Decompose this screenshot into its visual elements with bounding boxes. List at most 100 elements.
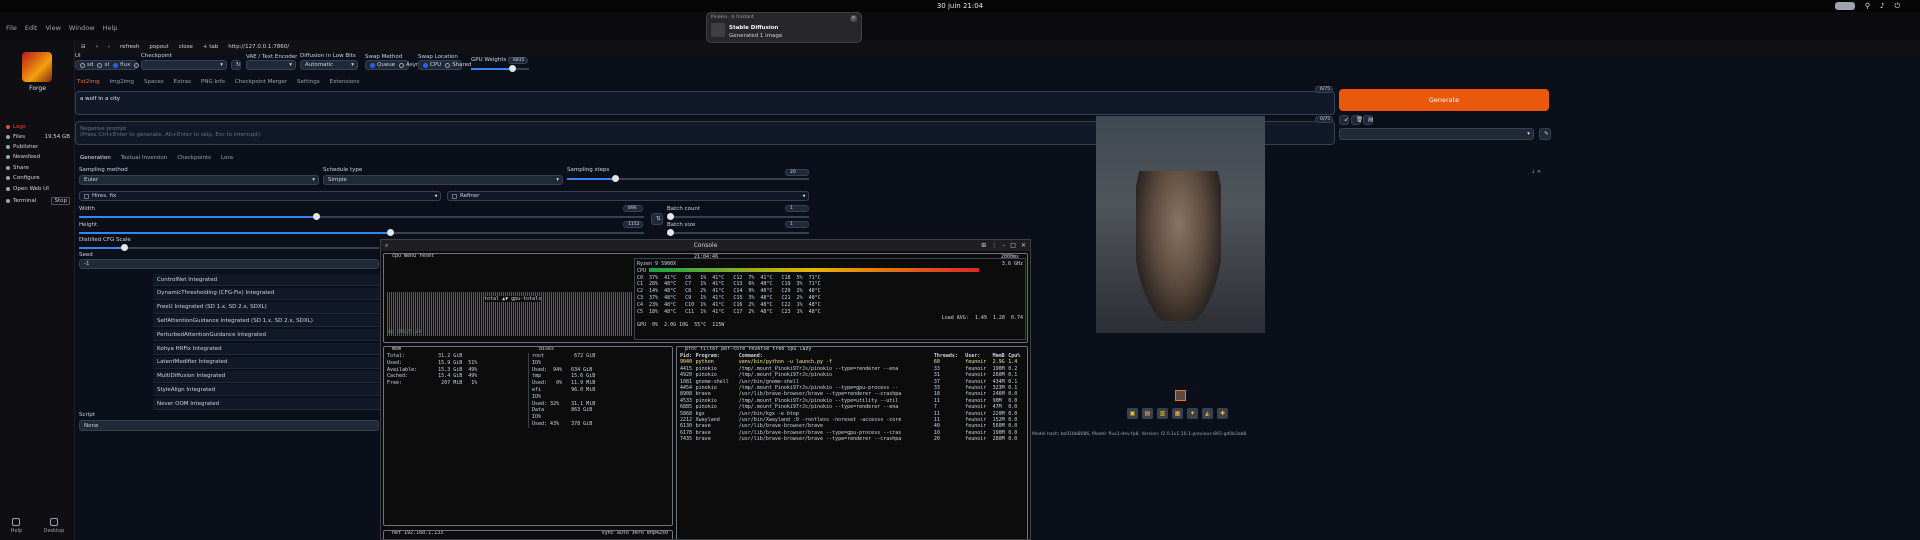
ui-sd[interactable]: sd (80, 62, 93, 68)
tab-checkpoint-merger[interactable]: Checkpoint Merger (235, 79, 287, 85)
tab-textual-inversion[interactable]: Textual Inversion (121, 155, 168, 161)
hires-fix-toggle[interactable]: Hires. fix ◂ (79, 191, 441, 201)
sampling-steps-value[interactable]: 20 (785, 169, 809, 176)
sidebar-item-files[interactable]: Files 19.54 GB (6, 132, 70, 142)
schedule-type-select[interactable]: Simple ▾ (323, 175, 563, 185)
diffusion-select[interactable]: Automatic ▾ (300, 60, 358, 70)
network-icon[interactable]: ⚲ (1865, 2, 1870, 11)
read-params-button[interactable]: ↙ (1339, 115, 1349, 125)
tab-extras[interactable]: Extras (174, 79, 191, 85)
send-to-extras-icon[interactable]: ◭ (1202, 408, 1213, 419)
menu-window[interactable]: Window (69, 24, 95, 38)
tab-txt2img[interactable]: Txt2img (77, 79, 100, 85)
notification-toast[interactable]: Pinokio · à l'instant Stable Diffusion G… (706, 12, 862, 43)
ui-flux[interactable]: flux (113, 62, 130, 68)
sidebar-item-newsfeed[interactable]: Newsfeed (6, 152, 70, 162)
refresh-button[interactable]: refresh (120, 44, 139, 50)
styles-select[interactable]: ▾ (1339, 128, 1534, 140)
ui-xl[interactable]: xl (97, 62, 109, 68)
batch-count-knob[interactable] (667, 213, 674, 220)
height-value[interactable]: 1152 (623, 221, 643, 228)
generate-button[interactable]: Generate (1339, 89, 1549, 111)
batch-size-slider[interactable] (667, 229, 809, 236)
batch-count-slider[interactable] (667, 213, 809, 220)
new-tab-button[interactable]: + tab (203, 44, 218, 50)
menu-help[interactable]: Help (103, 24, 118, 38)
power-icon[interactable]: ⏻ (1894, 2, 1900, 11)
height-knob[interactable] (386, 229, 394, 236)
batch-size-knob[interactable] (667, 229, 674, 236)
paste-icon[interactable]: ▤ (1363, 115, 1373, 125)
process-row[interactable]: 7435 brave/usr/lib/brave-browser/brave --… (680, 436, 1024, 442)
net-controls[interactable]: sync auto zero enp42s0 (601, 531, 668, 536)
tab-generation[interactable]: Generation (80, 155, 111, 161)
desktop-button[interactable]: Desktop (44, 518, 64, 534)
app-avatar[interactable] (22, 52, 52, 82)
clock[interactable]: 30 juin 21:04 (937, 2, 983, 10)
checkpoint-select[interactable]: ▾ (141, 60, 227, 70)
folder-icon[interactable]: ▣ (1127, 408, 1138, 419)
gpu-weights-slider[interactable] (471, 65, 529, 72)
upscale-icon[interactable]: ✚ (1217, 408, 1228, 419)
minimize-icon[interactable]: – (1002, 242, 1005, 249)
sidebar-item-terminal[interactable]: Terminal Stop (6, 196, 70, 206)
batch-count-value[interactable]: 1 (785, 205, 809, 212)
gpu-weights-knob[interactable] (508, 65, 516, 72)
seed-input[interactable]: -1 (79, 259, 379, 269)
prompt-input[interactable]: a wolf in a city (75, 91, 1335, 115)
send-to-inpaint-icon[interactable]: ✦ (1187, 408, 1198, 419)
workspace-indicator[interactable] (1834, 2, 1855, 10)
menu-file[interactable]: File (6, 24, 17, 38)
width-knob[interactable] (313, 213, 321, 220)
sidebar-item-share[interactable]: Share (6, 163, 70, 173)
sidebar-toggle-icon[interactable]: ⊟ (81, 44, 86, 50)
console-window[interactable]: ⌕ Console ⊞ ⋮ – □ ✕ cpu menu reset 21:04… (380, 239, 1031, 540)
search-icon[interactable]: ⌕ (385, 242, 388, 250)
swap-queue[interactable]: Queue (370, 62, 395, 68)
swap-dimensions-button[interactable]: ⇅ (651, 213, 663, 225)
tab-extensions[interactable]: Extensions (330, 79, 360, 85)
sampling-steps-knob[interactable] (612, 175, 620, 182)
close-icon[interactable]: ✕ (1021, 242, 1026, 249)
script-select[interactable]: None (79, 420, 379, 431)
batch-size-value[interactable]: 1 (785, 221, 809, 228)
send-to-img2img-icon[interactable]: ▦ (1172, 408, 1183, 419)
image-thumbnail[interactable] (1175, 390, 1186, 401)
width-value[interactable]: 896 (623, 205, 643, 212)
new-tab-icon[interactable]: ⊞ (981, 242, 986, 249)
refiner-toggle[interactable]: Refiner ◂ (447, 191, 809, 201)
close-icon[interactable]: ✕ (1537, 169, 1541, 175)
maximize-icon[interactable]: □ (1010, 242, 1016, 249)
close-button[interactable]: close (179, 44, 193, 50)
close-icon[interactable]: ✕ (850, 15, 857, 22)
trash-icon[interactable]: 🗑 (1351, 115, 1363, 125)
tab-checkpoints[interactable]: Checkpoints (177, 155, 211, 161)
menu-edit[interactable]: Edit (25, 24, 38, 38)
url-field[interactable]: http://127.0.0.1:7860/ (228, 44, 289, 50)
cfg-scale-slider[interactable] (79, 244, 379, 251)
tab-settings[interactable]: Settings (297, 79, 320, 85)
sampling-steps-slider[interactable] (567, 175, 809, 182)
sidebar-item-logs[interactable]: Logs (6, 122, 70, 132)
refresh-checkpoint-button[interactable]: ↻ (231, 60, 241, 70)
menu-icon[interactable]: ⋮ (991, 242, 997, 249)
download-icon[interactable]: ↓ (1531, 169, 1535, 175)
tab-lora[interactable]: Lora (221, 155, 233, 161)
edit-styles-button[interactable]: ✎ (1539, 128, 1551, 140)
tab-spaces[interactable]: Spaces (144, 79, 164, 85)
forward-icon[interactable]: › (108, 44, 110, 50)
width-slider[interactable] (79, 213, 644, 220)
cfg-scale-knob[interactable] (121, 244, 128, 251)
menu-view[interactable]: View (45, 24, 60, 38)
swap-shared[interactable]: Shared (445, 62, 472, 68)
sidebar-item-configure[interactable]: Configure (6, 173, 70, 183)
zip-icon[interactable]: ▥ (1157, 408, 1168, 419)
sidebar-item-open-web-ui[interactable]: Open Web UI (6, 184, 70, 194)
output-image[interactable] (1096, 116, 1265, 333)
tab-png-info[interactable]: PNG Info (201, 79, 225, 85)
help-button[interactable]: Help (11, 518, 22, 534)
height-slider[interactable] (79, 229, 644, 236)
gpu-weights-value[interactable]: 6835 (508, 57, 528, 64)
popout-button[interactable]: popout (149, 44, 168, 50)
volume-icon[interactable]: ♪ (1880, 2, 1884, 11)
